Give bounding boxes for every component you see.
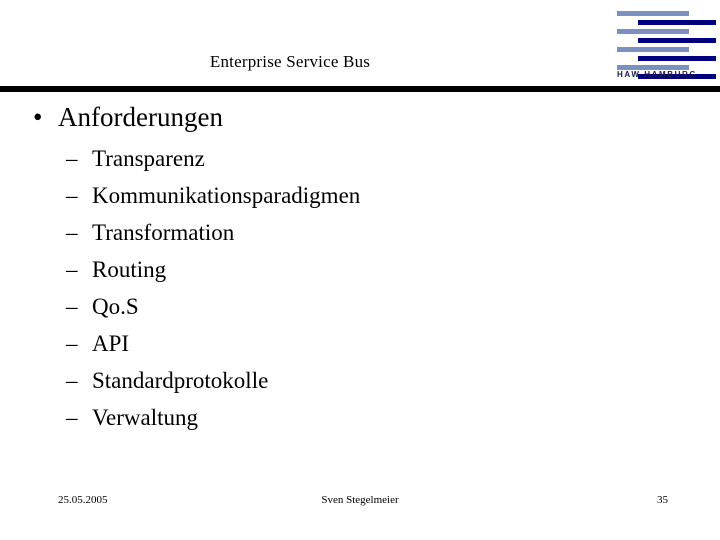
haw-hamburg-wordmark: HAW HAMBURG	[617, 70, 698, 79]
dash-icon: –	[66, 146, 78, 171]
dash-icon: –	[66, 405, 78, 430]
sub-bullet-item-qos: – Qo.S	[0, 288, 720, 325]
sub-bullet-item-verwaltung: – Verwaltung	[0, 399, 720, 436]
sub-bullet-list: – Transparenz – Kommunikationsparadigmen…	[0, 140, 720, 436]
sub-bullet-item-kommunikationsparadigmen: – Kommunikationsparadigmen	[0, 177, 720, 214]
sub-bullet-label: Transformation	[92, 220, 235, 245]
dash-icon: –	[66, 368, 78, 393]
dash-icon: –	[66, 331, 78, 356]
dash-icon: –	[66, 294, 78, 319]
footer-author: Sven Stegelmeier	[321, 494, 399, 506]
sub-bullet-label: Verwaltung	[92, 405, 199, 430]
bullet-item-anforderungen: • Anforderungen	[0, 100, 720, 134]
logo-bar-light-2	[617, 29, 689, 34]
logo-bar-dark-2	[638, 38, 716, 43]
presentation-slide: Enterprise Service Bus HAW HAMBURG • Anf…	[0, 0, 720, 540]
sub-bullet-item-standardprotokolle: – Standardprotokolle	[0, 362, 720, 399]
logo-bar-light-1	[617, 11, 689, 16]
sub-bullet-label: Standardprotokolle	[92, 368, 269, 393]
slide-header: Enterprise Service Bus HAW HAMBURG	[0, 0, 720, 86]
haw-hamburg-logo: HAW HAMBURG	[612, 8, 716, 86]
logo-bar-light-3	[617, 47, 689, 52]
logo-bar-dark-3	[638, 56, 716, 61]
slide-footer: 25.05.2005 Sven Stegelmeier 35	[0, 494, 720, 516]
sub-bullet-item-transparenz: – Transparenz	[0, 140, 720, 177]
sub-bullet-item-routing: – Routing	[0, 251, 720, 288]
footer-page-number: 35	[657, 494, 668, 506]
sub-bullet-label: Transparenz	[92, 146, 205, 171]
dash-icon: –	[66, 257, 78, 282]
sub-bullet-item-api: – API	[0, 325, 720, 362]
sub-bullet-item-transformation: – Transformation	[0, 214, 720, 251]
dash-icon: –	[66, 183, 78, 208]
bullet-dot-icon: •	[33, 102, 43, 132]
sub-bullet-label: Qo.S	[92, 294, 139, 319]
sub-bullet-label: Routing	[92, 257, 167, 282]
sub-bullet-label: Kommunikationsparadigmen	[92, 183, 361, 208]
logo-bar-dark-1	[638, 20, 716, 25]
header-divider-rule	[0, 86, 720, 92]
sub-bullet-label: API	[92, 331, 130, 356]
bullet-label: Anforderungen	[58, 102, 223, 132]
logo-bar-group	[612, 8, 716, 79]
page-title: Enterprise Service Bus	[209, 52, 371, 71]
slide-content: • Anforderungen – Transparenz – Kommunik…	[0, 100, 720, 470]
dash-icon: –	[66, 220, 78, 245]
